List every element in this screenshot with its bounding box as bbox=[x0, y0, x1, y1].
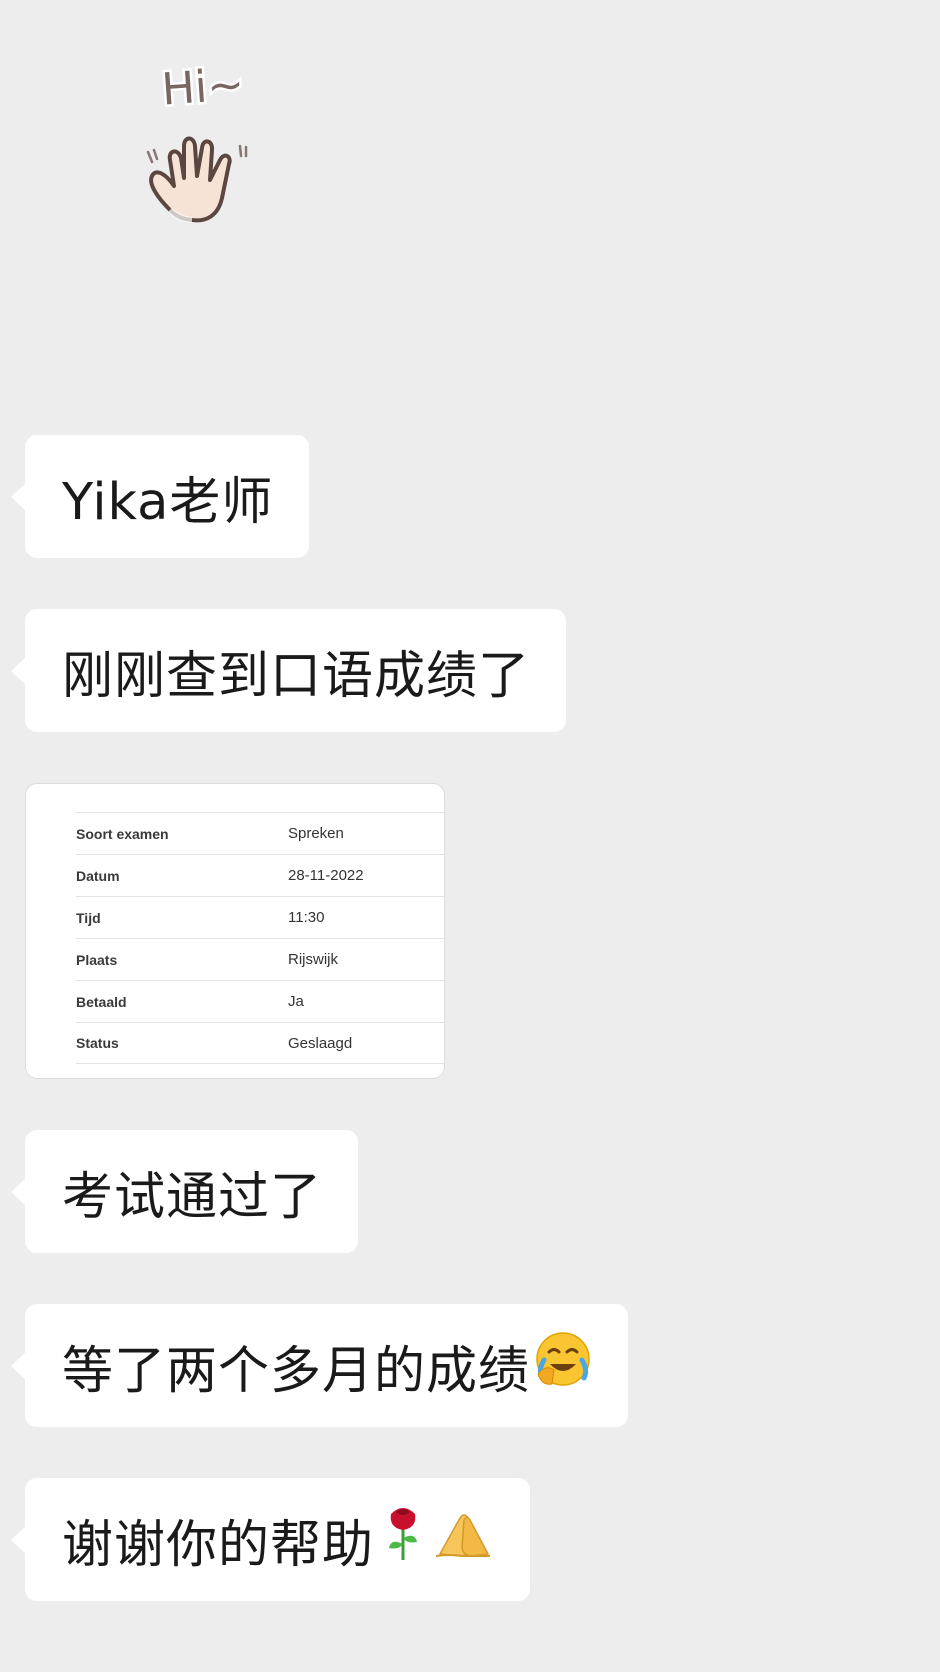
row-label: Datum bbox=[76, 867, 120, 884]
rose-icon bbox=[382, 1504, 424, 1575]
table-row: Datum 28-11-2022 bbox=[76, 854, 444, 896]
row-value: Rijswijk bbox=[288, 951, 338, 968]
message-bubble[interactable]: 刚刚查到口语成绩了 bbox=[10, 609, 567, 732]
row-value: Ja bbox=[288, 993, 304, 1010]
message-text: 考试通过了 bbox=[62, 1167, 323, 1227]
waving-hand-icon: Hi~ bbox=[146, 56, 248, 223]
row-label: Soort examen bbox=[76, 825, 169, 842]
row-value: 28-11-2022 bbox=[288, 867, 364, 884]
table-row: Tijd 11:30 bbox=[76, 896, 444, 938]
message-text: 谢谢你的帮助 bbox=[62, 1515, 375, 1575]
chat-thread: Hi~ Yika老师 刚刚查到口语成绩了 Soort examen Spreke… bbox=[0, 0, 940, 1672]
row-label: Plaats bbox=[76, 951, 118, 968]
message-bubble[interactable]: 考试通过了 bbox=[10, 1130, 359, 1253]
sticker-text: Hi~ bbox=[160, 60, 246, 116]
table-row: Status Geslaagd bbox=[76, 1022, 444, 1064]
row-label: Status bbox=[76, 1035, 119, 1051]
message-text: Yika老师 bbox=[62, 472, 274, 532]
row-value: 11:30 bbox=[288, 909, 325, 926]
row-label: Betaald bbox=[76, 993, 127, 1010]
row-label: Tijd bbox=[76, 909, 101, 926]
row-value: Geslaagd bbox=[288, 1034, 353, 1052]
exam-result-image[interactable]: Soort examen Spreken Datum 28-11-2022 Ti… bbox=[25, 783, 445, 1079]
laugh-cry-face-icon bbox=[534, 1330, 592, 1401]
message-bubble[interactable]: 等了两个多月的成绩 bbox=[10, 1304, 629, 1427]
message-text: 刚刚查到口语成绩了 bbox=[62, 646, 531, 706]
exam-result-table: Soort examen Spreken Datum 28-11-2022 Ti… bbox=[76, 812, 444, 1064]
waving-hand-sticker[interactable]: Hi~ bbox=[140, 56, 260, 240]
message-bubble[interactable]: 谢谢你的帮助 bbox=[10, 1478, 531, 1601]
message-text: 等了两个多月的成绩 bbox=[62, 1341, 531, 1401]
table-row: Betaald Ja bbox=[76, 980, 444, 1022]
row-value: Spreken bbox=[288, 825, 344, 842]
table-row: Soort examen Spreken bbox=[76, 812, 444, 854]
message-bubble[interactable]: Yika老师 bbox=[10, 435, 310, 558]
folded-hands-icon bbox=[434, 1504, 494, 1575]
table-row: Plaats Rijswijk bbox=[76, 938, 444, 980]
